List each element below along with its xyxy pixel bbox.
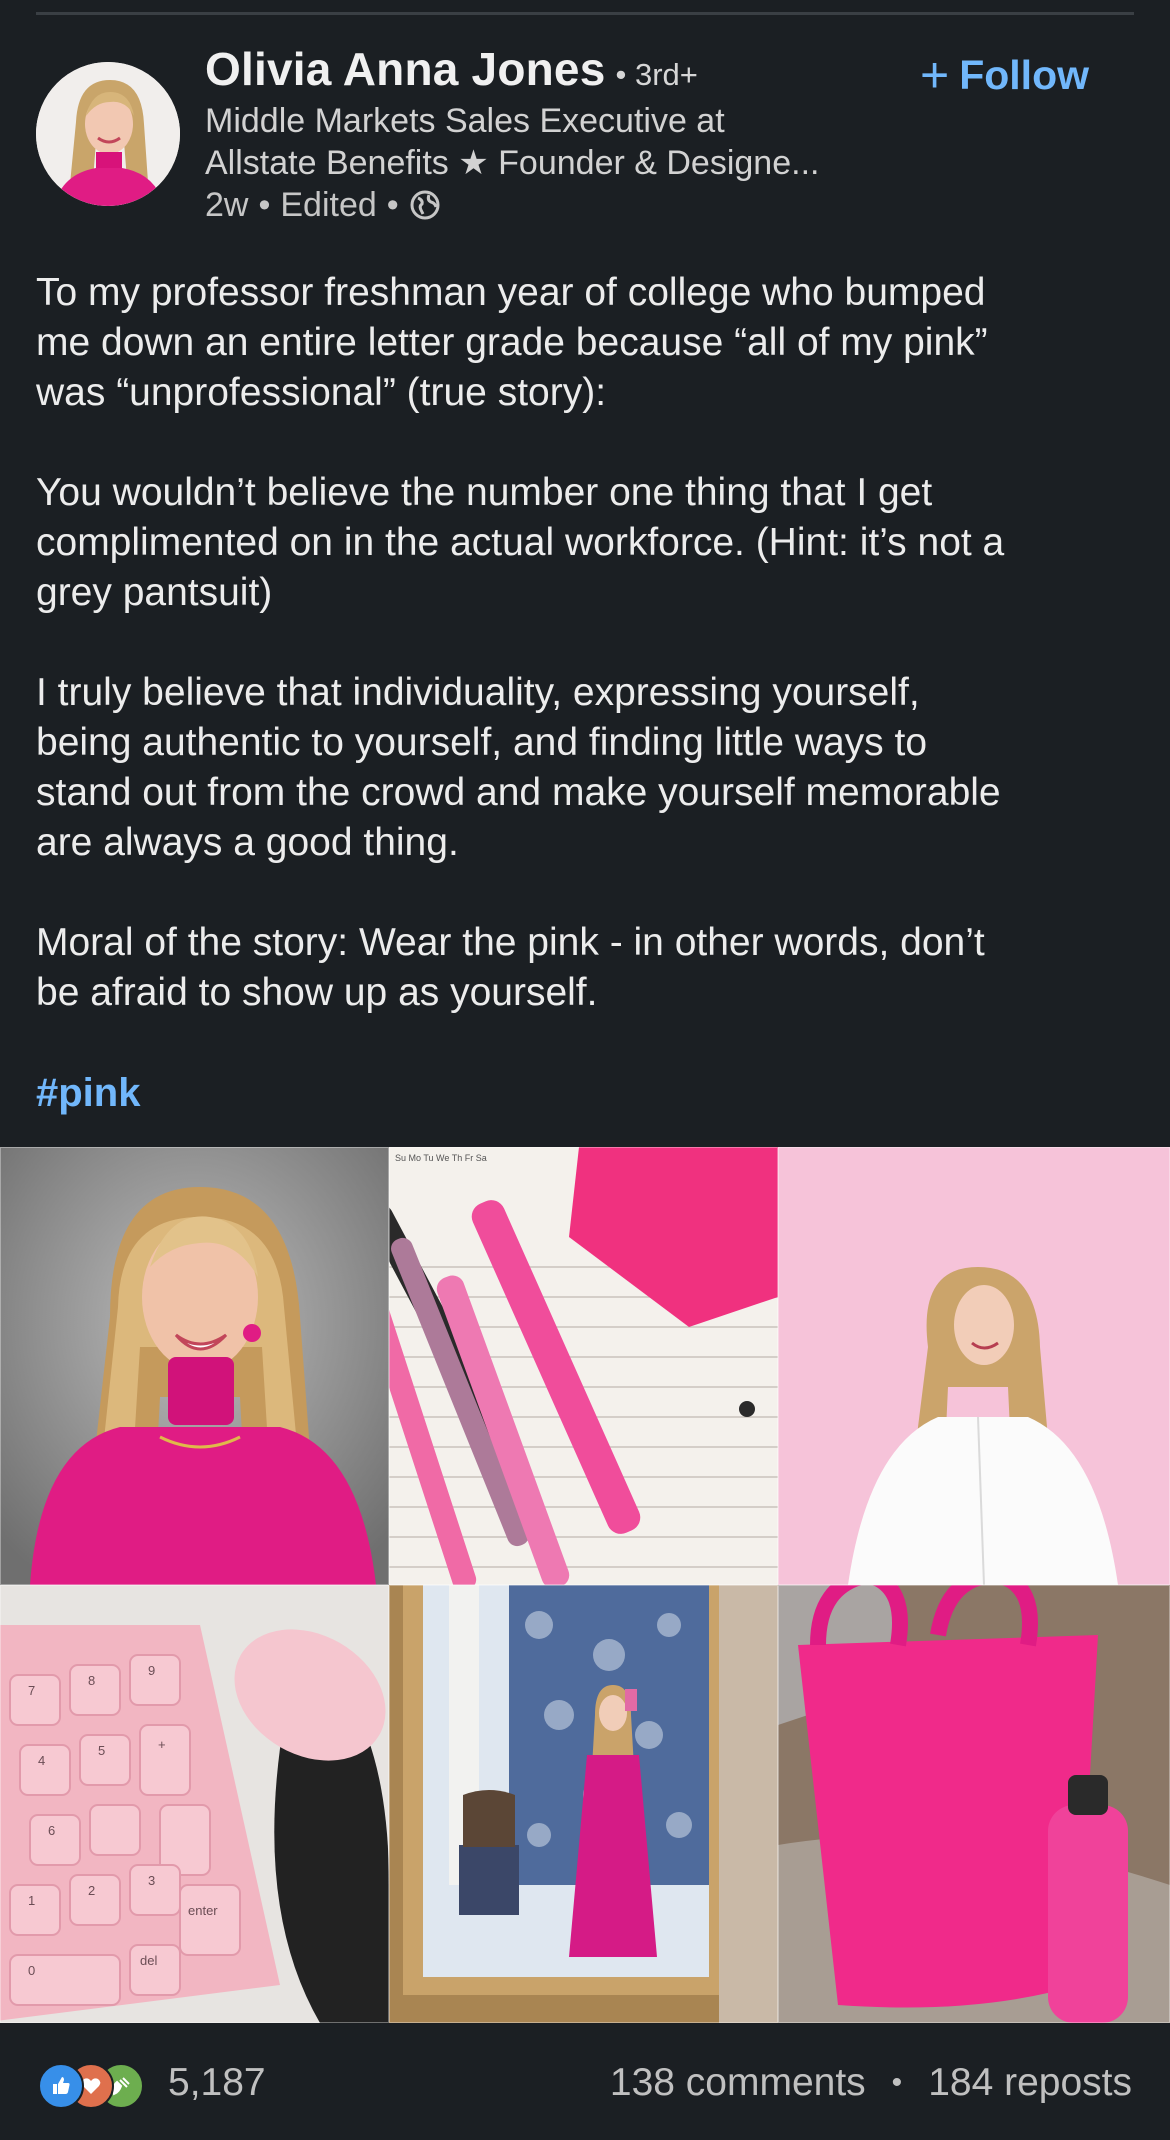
text-line: me down an entire letter grade because “… bbox=[36, 321, 988, 364]
engagement-separator: • bbox=[891, 2066, 903, 2099]
text-line: are always a good thing. bbox=[36, 821, 459, 864]
connection-degree: • 3rd+ bbox=[615, 57, 698, 92]
paragraph-4: Moral of the story: Wear the pink - in o… bbox=[36, 918, 1146, 1018]
engagement-counts: 138 comments • 184 reposts bbox=[610, 2061, 1132, 2105]
paragraph-1: To my professor freshman year of college… bbox=[36, 268, 1146, 418]
post-header: Olivia Anna Jones • 3rd+ Middle Markets … bbox=[0, 0, 1170, 240]
follow-label: Follow bbox=[959, 51, 1090, 98]
reaction-icons[interactable] bbox=[38, 2063, 158, 2109]
svg-text:3: 3 bbox=[148, 1873, 155, 1888]
svg-text:5: 5 bbox=[98, 1743, 105, 1758]
pens-image: Su Mo Tu We Th Fr Sa bbox=[389, 1147, 778, 1585]
svg-text:8: 8 bbox=[88, 1673, 95, 1688]
photo-keypad[interactable]: 7 8 9 + 4 5 6 1 2 3 enter 0 del bbox=[0, 1585, 389, 2023]
paragraph-2: You wouldn’t believe the number one thin… bbox=[36, 468, 1146, 618]
svg-text:4: 4 bbox=[38, 1753, 45, 1768]
text-line: stand out from the crowd and make yourse… bbox=[36, 771, 1001, 814]
text-line: complimented on in the actual workforce.… bbox=[36, 521, 1005, 564]
headline-line-1: Middle Markets Sales Executive at bbox=[205, 102, 725, 140]
name-line: Olivia Anna Jones • 3rd+ bbox=[205, 42, 925, 96]
svg-text:del: del bbox=[140, 1953, 157, 1968]
text-line: was “unprofessional” (true story): bbox=[36, 371, 607, 414]
post-text: To my professor freshman year of college… bbox=[36, 268, 1146, 1068]
svg-text:9: 9 bbox=[148, 1663, 155, 1678]
tote-bag-image bbox=[778, 1585, 1170, 2023]
text-line: You wouldn’t believe the number one thin… bbox=[36, 471, 933, 514]
svg-text:2: 2 bbox=[88, 1883, 95, 1898]
photo-tote-bag[interactable] bbox=[778, 1585, 1170, 2023]
svg-text:6: 6 bbox=[48, 1823, 55, 1838]
calendar-header: Su Mo Tu We Th Fr Sa bbox=[395, 1153, 487, 1163]
hashtag-link[interactable]: #pink bbox=[36, 1068, 140, 1118]
author-headline: Middle Markets Sales Executive at Allsta… bbox=[205, 100, 925, 184]
text-line: I truly believe that individuality, expr… bbox=[36, 671, 920, 714]
text-line: being authentic to yourself, and finding… bbox=[36, 721, 928, 764]
avatar-image bbox=[36, 62, 180, 206]
meta-separator: • bbox=[386, 186, 399, 224]
headline-line-2: Allstate Benefits ★ Founder & Designe... bbox=[205, 144, 820, 182]
text-line: To my professor freshman year of college… bbox=[36, 271, 986, 314]
social-counts-bar: 5,187 138 comments • 184 reposts bbox=[0, 2023, 1170, 2140]
headshot-image bbox=[0, 1147, 389, 1585]
post-time: 2w bbox=[205, 186, 249, 224]
photo-gallery: Su Mo Tu We Th Fr Sa 7 8 9 + 4 5 6 1 2 3… bbox=[0, 1147, 1170, 2023]
comments-count[interactable]: 138 comments bbox=[610, 2061, 866, 2105]
globe-icon bbox=[409, 189, 441, 221]
like-icon bbox=[38, 2063, 84, 2109]
svg-text:+: + bbox=[158, 1737, 166, 1752]
edited-label: Edited bbox=[280, 186, 377, 224]
follow-button[interactable]: + Follow bbox=[920, 45, 1089, 105]
post-meta: 2w • Edited • bbox=[205, 184, 925, 226]
author-avatar[interactable] bbox=[36, 62, 180, 206]
plus-icon: + bbox=[920, 47, 950, 103]
photo-pens[interactable]: Su Mo Tu We Th Fr Sa bbox=[389, 1147, 778, 1585]
photo-mirror-selfie[interactable] bbox=[389, 1585, 778, 2023]
svg-text:1: 1 bbox=[28, 1893, 35, 1908]
keypad-image: 7 8 9 + 4 5 6 1 2 3 enter 0 del bbox=[0, 1585, 389, 2023]
reaction-count[interactable]: 5,187 bbox=[168, 2061, 266, 2105]
reposts-count[interactable]: 184 reposts bbox=[928, 2061, 1132, 2105]
meta-separator: • bbox=[258, 186, 271, 224]
text-line: grey pantsuit) bbox=[36, 571, 273, 614]
svg-text:0: 0 bbox=[28, 1963, 35, 1978]
author-info: Olivia Anna Jones • 3rd+ Middle Markets … bbox=[205, 42, 925, 226]
paragraph-3: I truly believe that individuality, expr… bbox=[36, 668, 1146, 868]
mirror-selfie-image bbox=[389, 1585, 778, 2023]
author-name[interactable]: Olivia Anna Jones bbox=[205, 42, 606, 96]
text-line: be afraid to show up as yourself. bbox=[36, 971, 598, 1014]
photo-white-shirt[interactable] bbox=[778, 1147, 1170, 1585]
photo-headshot[interactable] bbox=[0, 1147, 389, 1585]
text-line: Moral of the story: Wear the pink - in o… bbox=[36, 921, 985, 964]
svg-text:7: 7 bbox=[28, 1683, 35, 1698]
white-shirt-image bbox=[778, 1147, 1170, 1585]
svg-text:enter: enter bbox=[188, 1903, 218, 1918]
